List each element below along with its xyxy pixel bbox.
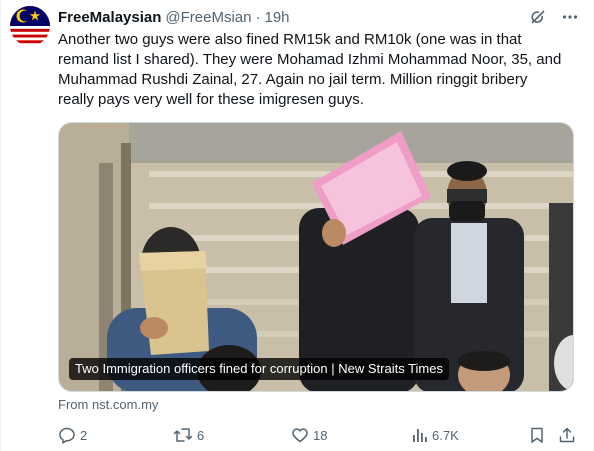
reply-icon <box>59 427 75 444</box>
view-count: 6.7K <box>432 427 459 443</box>
retweet-count: 6 <box>197 427 205 443</box>
tweet-card[interactable]: FreeMalaysian @FreeMsian · 19h Another t… <box>0 0 594 451</box>
bookmark-icon <box>531 427 543 443</box>
news-photo <box>59 123 573 391</box>
author-name[interactable]: FreeMalaysian <box>58 9 161 26</box>
tweet-actions: 2 6 18 6.7K <box>58 424 578 446</box>
tweet-time[interactable]: 19h <box>264 9 289 26</box>
like-button[interactable]: 18 <box>291 424 327 446</box>
tweet-header: FreeMalaysian @FreeMsian · 19h <box>58 7 579 27</box>
link-card-media[interactable]: Two Immigration officers fined for corru… <box>58 122 574 392</box>
bookmark-button[interactable] <box>528 424 546 446</box>
author-handle[interactable]: @FreeMsian <box>165 9 251 26</box>
reply-count: 2 <box>80 427 88 443</box>
heart-icon <box>292 428 308 443</box>
more-icon[interactable] <box>561 8 579 26</box>
like-count: 18 <box>313 427 328 443</box>
separator-dot: · <box>255 8 261 26</box>
reply-button[interactable]: 2 <box>58 424 87 446</box>
share-button[interactable] <box>558 424 576 446</box>
share-icon <box>559 427 575 443</box>
retweet-button[interactable]: 6 <box>173 424 204 446</box>
header-actions <box>529 8 579 26</box>
malaysia-flag-icon <box>10 6 50 46</box>
source-link[interactable]: From nst.com.my <box>58 397 158 412</box>
media-caption: Two Immigration officers fined for corru… <box>69 358 449 380</box>
grok-icon[interactable] <box>529 8 547 26</box>
avatar[interactable] <box>10 6 50 46</box>
analytics-icon <box>413 429 427 442</box>
tweet-text: Another two guys were also fined RM15k a… <box>58 31 562 108</box>
views-button[interactable]: 6.7K <box>410 424 459 446</box>
retweet-icon <box>173 428 193 442</box>
